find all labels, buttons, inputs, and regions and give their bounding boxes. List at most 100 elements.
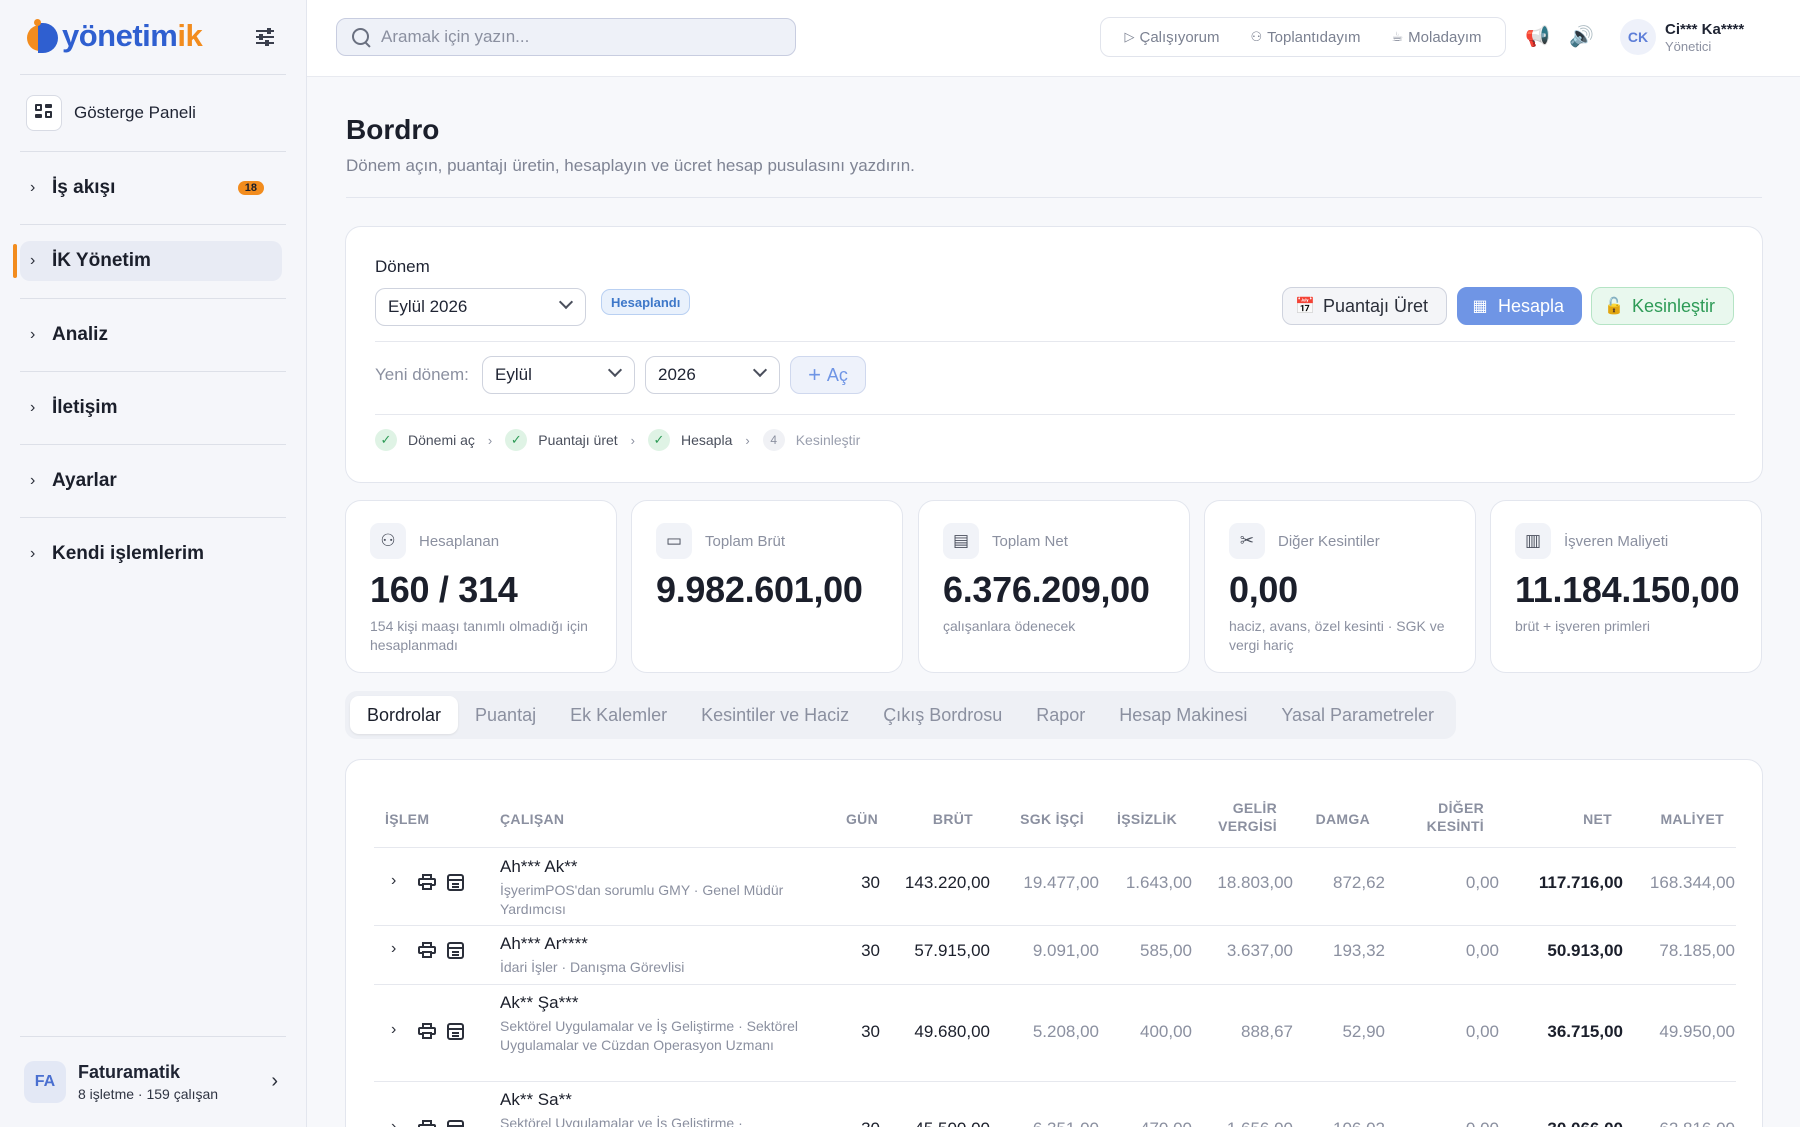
payroll-tabs: Bordrolar Puantaj Ek Kalemler Kesintiler…: [345, 691, 1457, 739]
calendar-icon[interactable]: [447, 1023, 464, 1040]
cell-gross: 49.680,00: [914, 1022, 990, 1041]
expand-row-icon[interactable]: ›: [391, 1021, 396, 1039]
tab-exit-payroll[interactable]: Çıkış Bordrosu: [866, 696, 1019, 734]
search-input[interactable]: [381, 27, 781, 47]
cell-other: 0,00: [1465, 873, 1499, 892]
cell-cost: 78.185,00: [1659, 941, 1735, 960]
avatar[interactable]: CK: [1620, 19, 1656, 55]
column-header[interactable]: BRÜT: [933, 810, 973, 828]
cell-other: 0,00: [1465, 941, 1499, 960]
tab-deductions[interactable]: Kesintiler ve Haciz: [684, 696, 866, 734]
column-header[interactable]: NET: [1583, 810, 1612, 828]
generate-timesheet-button[interactable]: 📅 Puantajı Üret: [1282, 287, 1447, 325]
sidebar-item-label: İK Yönetim: [52, 250, 151, 271]
sidebar-item-analysis[interactable]: › Analiz: [20, 315, 282, 355]
calendar-icon[interactable]: [447, 942, 464, 959]
cell-net: 50.913,00: [1547, 941, 1623, 960]
company-switcher[interactable]: FA Faturamatik 8 işletme · 159 çalışan ›: [24, 1060, 286, 1104]
kpi-value: 160 / 314: [370, 569, 518, 610]
tab-calculator[interactable]: Hesap Makinesi: [1102, 696, 1264, 734]
period-select[interactable]: Eylül 2026: [375, 288, 586, 326]
cell-income-tax: 18.803,00: [1217, 873, 1293, 892]
tab-legal-parameters[interactable]: Yasal Parametreler: [1264, 696, 1451, 734]
speaker-icon[interactable]: 🔊: [1569, 24, 1594, 49]
sidebar-item-workflow[interactable]: › İş akışı 18: [20, 168, 282, 208]
kpi-card-calculated: ⚇ Hesaplanan 160 / 314 154 kişi maaşı ta…: [345, 500, 617, 673]
users-icon: ⚇: [1250, 29, 1263, 44]
column-header[interactable]: MALİYET: [1660, 810, 1724, 828]
column-header[interactable]: DAMGA: [1316, 810, 1370, 828]
print-icon[interactable]: [418, 942, 437, 958]
print-icon[interactable]: [418, 1023, 437, 1039]
tab-timesheet[interactable]: Puantaj: [458, 696, 553, 734]
print-icon[interactable]: [418, 874, 437, 890]
cell-income-tax: 3.637,00: [1226, 941, 1293, 960]
kpi-subtext: 154 kişi maaşı tanımlı olmadığı için hes…: [370, 618, 588, 653]
sidebar: yönetimik Gösterge Paneli › İş akışı 18 …: [0, 0, 307, 1127]
chevron-right-icon: ›: [30, 326, 36, 343]
new-period-year-select[interactable]: 2026: [645, 356, 780, 394]
column-header: İŞLEM: [385, 811, 430, 827]
column-header[interactable]: SGK İŞÇİ: [1020, 810, 1084, 828]
logo-mark-icon: [24, 19, 58, 53]
tab-report[interactable]: Rapor: [1019, 696, 1102, 734]
user-name: Ci*** Ka****: [1665, 21, 1745, 38]
status-break-button[interactable]: ☕ Moladayım: [1392, 29, 1482, 46]
calculate-button[interactable]: ▦ Hesapla: [1457, 287, 1582, 325]
sidebar-item-my-actions[interactable]: › Kendi işlemlerim: [20, 534, 282, 574]
top-bar: ▷Çalışıyorum ⚇Toplantıdayım ☕Moladayım 📢…: [307, 0, 1800, 77]
sidebar-item-settings[interactable]: › Ayarlar: [20, 461, 282, 501]
kpi-card-employer-cost: ▥ İşveren Maliyeti 11.184.150,00 brüt + …: [1490, 500, 1762, 673]
search-box[interactable]: [336, 18, 796, 56]
kpi-card-other-deductions: ✂ Diğer Kesintiler 0,00 haciz, avans, öz…: [1204, 500, 1476, 673]
employee-name: Ak** Sa**: [500, 1090, 572, 1109]
cell-sgk: 19.477,00: [1023, 873, 1099, 892]
column-header[interactable]: GELİR VERGİSİ: [1218, 799, 1277, 835]
search-icon: [351, 27, 371, 47]
company-details: 8 işletme · 159 çalışan: [78, 1086, 219, 1102]
open-period-button[interactable]: + Aç: [790, 356, 866, 394]
expand-row-icon[interactable]: ›: [391, 940, 396, 958]
tab-extra-items[interactable]: Ek Kalemler: [553, 696, 684, 734]
kpi-label: Toplam Net: [992, 533, 1068, 550]
sidebar-item-communication[interactable]: › İletişim: [20, 388, 282, 428]
column-header[interactable]: GÜN: [846, 810, 878, 828]
employee-role: Sektörel Uygulamalar ve İş Geliştirme · …: [500, 1018, 798, 1053]
chevron-right-icon: ›: [745, 432, 750, 448]
expand-row-icon[interactable]: ›: [391, 1118, 396, 1127]
status-meeting-button[interactable]: ⚇ Toplantıdayım: [1250, 29, 1360, 46]
column-header[interactable]: DİĞER KESİNTİ: [1427, 799, 1484, 835]
kpi-label: İşveren Maliyeti: [1564, 533, 1669, 550]
wallet-icon: ▤: [943, 523, 979, 559]
cell-unemployment: 470,00: [1140, 1119, 1192, 1127]
kpi-label: Toplam Brüt: [705, 533, 786, 550]
sidebar-item-label: Kendi işlemlerim: [52, 543, 205, 564]
sidebar-item-hr[interactable]: › İK Yönetim: [20, 241, 282, 281]
calendar-icon[interactable]: [447, 1120, 464, 1127]
cell-income-tax: 888,67: [1241, 1022, 1293, 1041]
megaphone-icon[interactable]: 📢: [1525, 24, 1550, 49]
print-icon[interactable]: [418, 1120, 437, 1127]
cell-days: 30: [861, 1119, 880, 1127]
cell-cost: 168.344,00: [1649, 873, 1735, 892]
calendar-check-icon: 📅: [1295, 298, 1315, 315]
chevron-down-icon: [607, 362, 623, 378]
sidebar-settings-icon[interactable]: [254, 26, 278, 48]
company-avatar: FA: [24, 1061, 66, 1103]
chevron-right-icon: ›: [30, 399, 36, 416]
new-period-month-select[interactable]: Eylül: [482, 356, 635, 394]
column-header[interactable]: İŞSİZLİK: [1117, 810, 1177, 828]
page-title: Bordro: [346, 114, 440, 145]
cell-unemployment: 1.643,00: [1125, 873, 1192, 892]
dashboard-icon: [26, 95, 62, 131]
payroll-table: İŞLEM ÇALIŞAN GÜN BRÜT SGK İŞÇİ İŞSİZLİK…: [345, 759, 1763, 1127]
expand-row-icon[interactable]: ›: [391, 872, 396, 890]
sidebar-item-dashboard[interactable]: Gösterge Paneli: [26, 95, 284, 131]
app-logo[interactable]: yönetimik: [24, 18, 203, 54]
tab-payrolls[interactable]: Bordrolar: [350, 696, 459, 734]
calendar-icon[interactable]: [447, 874, 464, 891]
sidebar-item-label: Gösterge Paneli: [74, 103, 196, 122]
cell-other: 0,00: [1466, 1119, 1499, 1127]
status-working-button[interactable]: ▷ Çalışıyorum: [1124, 29, 1219, 46]
finalize-button[interactable]: 🔓 Kesinleştir: [1591, 287, 1734, 325]
